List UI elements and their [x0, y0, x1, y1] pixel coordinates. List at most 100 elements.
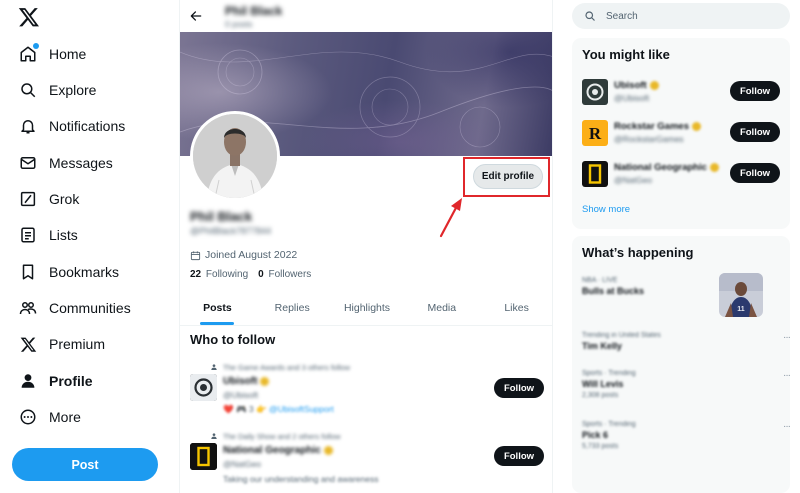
post-button[interactable]: Post — [12, 448, 158, 481]
nav-more-label: More — [49, 409, 81, 425]
person-small-icon — [211, 364, 217, 370]
suggested-account-name-text: Ubisoft — [614, 80, 647, 91]
bookmark-icon — [18, 262, 38, 282]
suggestion-name: National Geographic — [223, 445, 333, 456]
nav-notifications-label: Notifications — [49, 118, 126, 134]
nav-lists-label: Lists — [49, 227, 78, 243]
communities-icon — [18, 298, 38, 318]
avatar-photo — [193, 114, 277, 198]
natgeo-avatar[interactable] — [190, 443, 217, 470]
profile-column: Phil Black 0 posts Edit profile Phil Bla… — [179, 0, 553, 493]
basketball-player-image: 11 — [719, 273, 763, 317]
x-logo-icon[interactable] — [18, 6, 40, 28]
suggested-account[interactable]: R Rockstar Games @RockstarGames Follow — [572, 117, 790, 153]
list-icon — [18, 225, 38, 245]
tab-posts[interactable]: Posts — [180, 290, 255, 325]
profile-header-bar: Phil Black 0 posts — [180, 0, 552, 32]
suggested-account-name: Ubisoft — [614, 80, 659, 91]
whats-happening-title: What’s happening — [582, 245, 694, 260]
rockstar-avatar[interactable]: R — [582, 120, 608, 146]
search-input[interactable] — [606, 10, 776, 22]
more-options-icon[interactable]: ··· — [783, 332, 791, 343]
more-options-icon[interactable]: ··· — [783, 370, 791, 381]
natgeo-avatar[interactable] — [582, 161, 608, 187]
search-bar[interactable] — [572, 3, 790, 29]
nav-communities-label: Communities — [49, 300, 131, 316]
followers-label: Followers — [268, 269, 312, 280]
suggested-account-name-text: Rockstar Games — [614, 121, 689, 132]
trend-meta: Sports · Trending — [582, 421, 636, 428]
follow-button[interactable]: Follow — [494, 446, 544, 466]
more-options-icon[interactable]: ··· — [783, 421, 791, 432]
calendar-icon — [190, 250, 201, 260]
person-small-icon — [211, 433, 217, 439]
nav-explore-label: Explore — [49, 82, 97, 98]
trend-item[interactable]: Sports · Trending Pick 6 5,733 posts ··· — [582, 421, 791, 450]
svg-text:11: 11 — [737, 306, 745, 313]
tab-media[interactable]: Media — [404, 290, 479, 325]
tab-highlights[interactable]: Highlights — [330, 290, 405, 325]
nav-profile[interactable]: Profile — [18, 367, 93, 395]
search-icon — [585, 11, 595, 21]
svg-text:R: R — [589, 124, 602, 143]
ubisoft-logo-icon — [582, 79, 608, 105]
suggested-account[interactable]: National Geographic @NatGeo Follow — [572, 158, 790, 194]
follow-button[interactable]: Follow — [730, 163, 780, 183]
follow-counts: 22 Following 0 Followers — [190, 269, 311, 280]
joined-date: Joined August 2022 — [190, 249, 297, 261]
follow-button[interactable]: Follow — [730, 81, 780, 101]
verified-badge-icon — [649, 80, 659, 90]
suggestion-handle: @NatGeo — [223, 459, 261, 469]
trend-item[interactable]: Sports · Trending Will Levis 2,308 posts… — [582, 370, 791, 399]
following-link[interactable]: 22 Following — [190, 269, 248, 280]
back-arrow-icon[interactable] — [189, 9, 203, 23]
follow-button[interactable]: Follow — [730, 122, 780, 142]
nav-profile-label: Profile — [49, 373, 93, 389]
suggested-account-handle: @Ubisoft — [614, 93, 650, 103]
follow-button[interactable]: Follow — [494, 378, 544, 398]
rockstar-logo-icon: R — [582, 120, 608, 146]
verified-badge-icon — [709, 162, 719, 172]
trend-item[interactable]: Trending in United States Tim Kelly ··· — [582, 332, 791, 351]
x-logo-icon — [18, 334, 38, 354]
ubisoft-avatar[interactable] — [190, 374, 217, 401]
followers-link[interactable]: 0 Followers — [258, 269, 311, 280]
nav-home[interactable]: Home — [18, 40, 86, 68]
nav-lists[interactable]: Lists — [18, 221, 78, 249]
nav-notifications[interactable]: Notifications — [18, 112, 125, 140]
tab-replies[interactable]: Replies — [255, 290, 330, 325]
trend-thumbnail[interactable]: 11 — [719, 273, 763, 317]
nav-bookmarks[interactable]: Bookmarks — [18, 258, 119, 286]
nav-grok[interactable]: Grok — [18, 185, 79, 213]
header-post-count: 0 posts — [225, 19, 253, 29]
suggested-account-handle: @NatGeo — [614, 175, 652, 185]
suggestion-bio-link[interactable]: @UbisoftSupport — [269, 404, 334, 414]
profile-tabs: Posts Replies Highlights Media Likes — [180, 290, 552, 326]
nav-communities[interactable]: Communities — [18, 294, 131, 322]
natgeo-logo-icon — [582, 161, 608, 187]
nav-explore[interactable]: Explore — [18, 76, 96, 104]
header-profile-name: Phil Black — [225, 4, 283, 18]
suggested-account-name: National Geographic — [614, 162, 719, 173]
nav-messages[interactable]: Messages — [18, 149, 113, 177]
ubisoft-avatar[interactable] — [582, 79, 608, 105]
show-more-link[interactable]: Show more — [582, 204, 630, 215]
suggestion-item[interactable]: The Game Awards and 3 others follow Ubis… — [180, 360, 552, 420]
suggestion-item[interactable]: The Daily Show and 2 others follow Natio… — [180, 429, 552, 489]
trend-post-count: 2,308 posts — [582, 392, 619, 399]
person-icon — [18, 371, 38, 391]
suggested-account[interactable]: Ubisoft @Ubisoft Follow — [572, 76, 790, 112]
left-navigation: Home Explore Notifications Messages Grok… — [0, 0, 180, 493]
nav-more[interactable]: More — [18, 403, 81, 431]
tab-likes[interactable]: Likes — [479, 290, 552, 325]
suggested-account-name-text: National Geographic — [614, 162, 707, 173]
avatar[interactable] — [190, 111, 280, 201]
trend-post-count: 5,733 posts — [582, 443, 619, 450]
nav-premium[interactable]: Premium — [18, 330, 105, 358]
suggested-account-handle: @RockstarGames — [614, 134, 684, 144]
home-icon — [18, 43, 39, 64]
notification-dot — [33, 43, 39, 49]
natgeo-logo-icon — [190, 443, 217, 470]
profile-handle: @PhilBlack7877844 — [190, 226, 272, 236]
nav-messages-label: Messages — [49, 155, 113, 171]
